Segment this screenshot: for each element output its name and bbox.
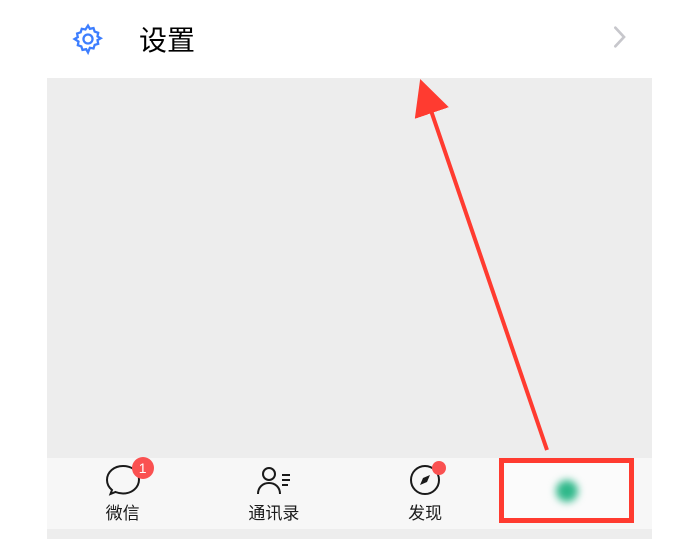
chat-icon: 1 <box>104 463 142 497</box>
content-area <box>47 78 652 458</box>
tab-wechat[interactable]: 1 微信 <box>47 458 198 529</box>
tab-label-wechat: 微信 <box>106 499 140 524</box>
tab-contacts[interactable]: 通讯录 <box>198 458 349 529</box>
tab-label-discover: 发现 <box>408 499 442 524</box>
gear-icon <box>71 22 105 56</box>
settings-label: 设置 <box>139 19 612 59</box>
dot-discover <box>432 461 446 475</box>
compass-icon <box>408 463 442 497</box>
settings-row[interactable]: 设置 <box>47 0 652 78</box>
tab-me[interactable] <box>501 458 652 529</box>
tab-bar: 1 微信 通讯录 <box>47 458 652 529</box>
chevron-right-icon <box>612 25 628 54</box>
badge-wechat: 1 <box>132 457 154 479</box>
tab-label-contacts: 通讯录 <box>248 499 299 524</box>
tab-discover[interactable]: 发现 <box>350 458 501 529</box>
contact-icon <box>255 463 293 497</box>
